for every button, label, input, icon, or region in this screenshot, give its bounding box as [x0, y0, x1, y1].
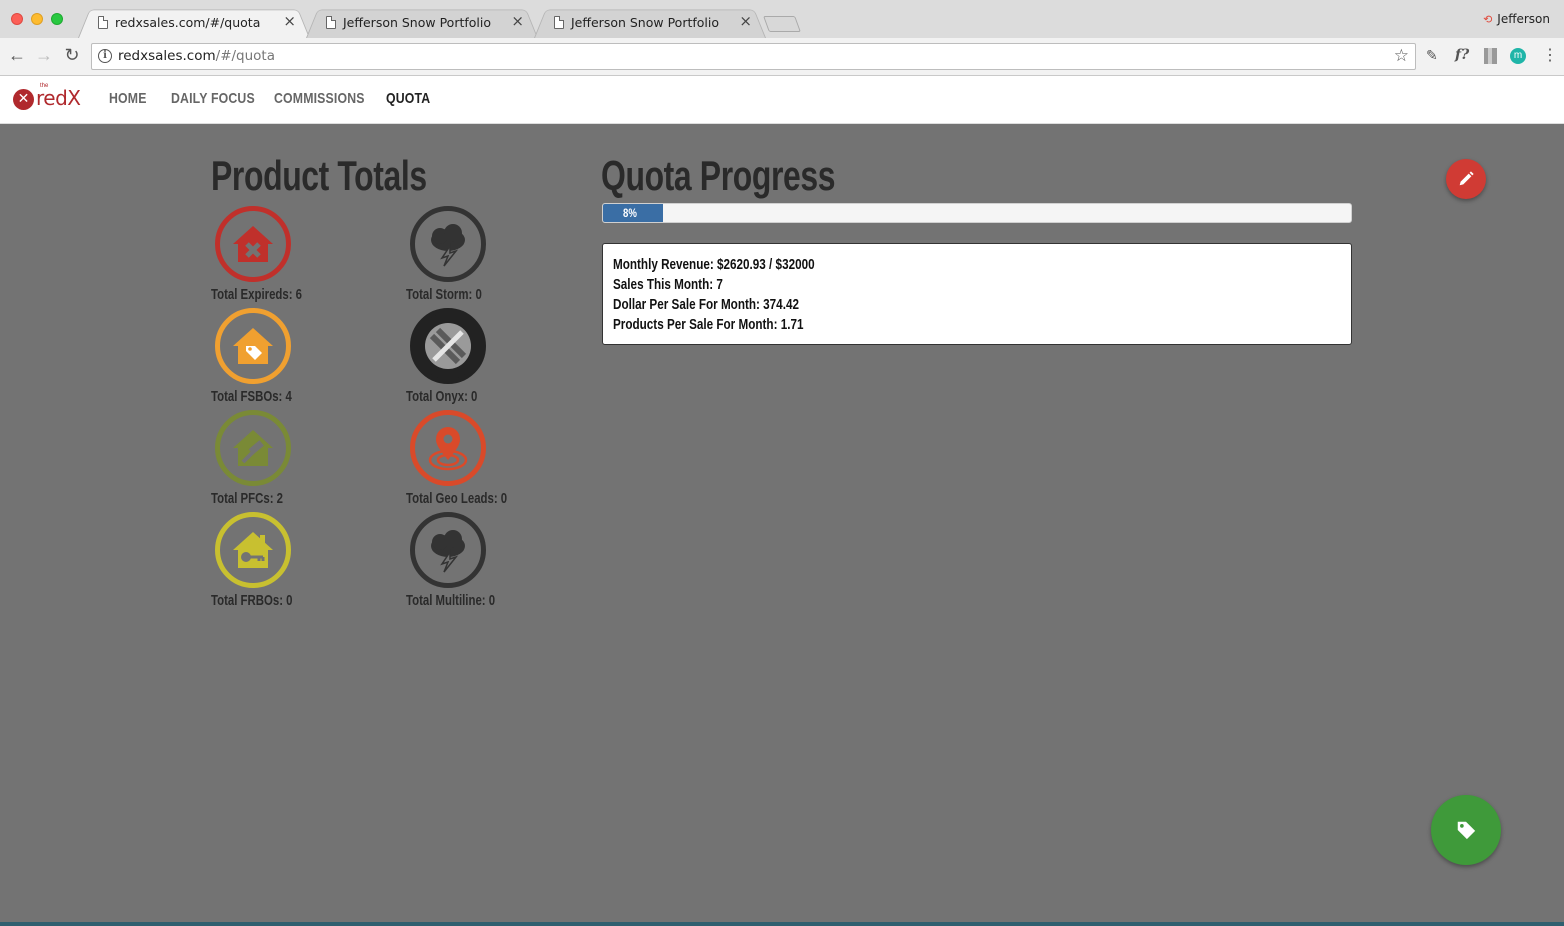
nav-home[interactable]: HOME: [109, 90, 147, 107]
expired-house-icon: [215, 206, 291, 282]
product-multiline: Total Multiline: 0: [406, 512, 586, 612]
tag-icon: [1457, 821, 1476, 840]
storm-cloud-icon: [410, 206, 486, 282]
edit-quota-button[interactable]: [1446, 159, 1486, 199]
extension-icon[interactable]: [1484, 48, 1497, 64]
sales-this-month: Sales This Month: 7: [613, 276, 723, 293]
window-zoom-button[interactable]: [51, 13, 63, 25]
quota-progress-bar: 8%: [602, 203, 1352, 223]
tab-close-icon[interactable]: ×: [511, 12, 524, 30]
dollar-per-sale: Dollar Per Sale For Month: 374.42: [613, 296, 799, 313]
tab-strip: redxsales.com/#/quota × Jefferson Snow P…: [0, 0, 1564, 38]
product-frbos: Total FRBOs: 0: [211, 512, 391, 612]
window-close-button[interactable]: [11, 13, 23, 25]
fsbo-house-tag-icon: [215, 308, 291, 384]
product-storm: Total Storm: 0: [406, 206, 586, 306]
font-extension-icon[interactable]: f?: [1455, 47, 1469, 63]
quota-stats-panel: Monthly Revenue: $2620.93 / $32000 Sales…: [602, 243, 1352, 345]
reload-icon[interactable]: ↻: [61, 45, 83, 66]
forward-arrow-icon[interactable]: →: [33, 45, 55, 66]
product-label: Total Multiline: 0: [406, 592, 496, 609]
product-label: Total FSBOs: 4: [211, 388, 292, 405]
quota-progress-title: Quota Progress: [601, 152, 836, 199]
eyedropper-extension-icon[interactable]: ✎: [1426, 47, 1438, 64]
menu-kebab-icon[interactable]: ⋮: [1542, 45, 1558, 65]
page-icon: [98, 16, 108, 29]
monthly-revenue: Monthly Revenue: $2620.93 / $32000: [613, 256, 815, 273]
m-extension-icon[interactable]: m: [1510, 48, 1526, 64]
pencil-icon: [1459, 171, 1474, 186]
nav-daily-focus[interactable]: DAILY FOCUS: [171, 90, 255, 107]
browser-chrome: redxsales.com/#/quota × Jefferson Snow P…: [0, 0, 1564, 76]
products-per-sale: Products Per Sale For Month: 1.71: [613, 316, 804, 333]
browser-toolbar: ← → ↻ i redxsales.com/#/quota ☆ ✎ f? m ⋮: [0, 38, 1564, 76]
url-text[interactable]: redxsales.com/#/quota: [118, 48, 275, 64]
multiline-cloud-icon: [410, 512, 486, 588]
page-icon: [326, 16, 336, 29]
product-geo-leads: Total Geo Leads: 0: [406, 410, 586, 510]
page-icon: [554, 16, 564, 29]
browser-tab-portfolio-2[interactable]: Jefferson Snow Portfolio ×: [534, 6, 766, 38]
profile-button[interactable]: ⟲ Jefferson: [1483, 12, 1550, 26]
window-minimize-button[interactable]: [31, 13, 43, 25]
back-arrow-icon[interactable]: ←: [6, 45, 28, 66]
product-pfcs: Total PFCs: 2: [211, 410, 391, 510]
tab-close-icon[interactable]: ×: [739, 12, 752, 30]
info-icon[interactable]: i: [98, 49, 112, 63]
logo-text: redX: [36, 86, 81, 110]
nav-quota[interactable]: QUOTA: [386, 90, 430, 107]
quota-progress-percent: 8%: [623, 206, 637, 220]
add-sale-button[interactable]: [1431, 795, 1501, 865]
desktop-strip: [0, 922, 1564, 926]
profile-icon: ⟲: [1483, 13, 1493, 26]
frbo-house-key-icon: [215, 512, 291, 588]
bookmark-star-icon[interactable]: ☆: [1394, 46, 1409, 66]
onyx-icon: [410, 308, 486, 384]
product-label: Total Geo Leads: 0: [406, 490, 508, 507]
product-expireds: Total Expireds: 6: [211, 206, 391, 306]
product-fsbos: Total FSBOs: 4: [211, 308, 391, 408]
address-bar[interactable]: i redxsales.com/#/quota ☆: [91, 43, 1416, 70]
tab-title: Jefferson Snow Portfolio: [571, 15, 719, 30]
redx-logo-mark-icon: ✕: [13, 89, 34, 110]
product-totals-title: Product Totals: [211, 152, 427, 199]
tab-close-icon[interactable]: ×: [283, 12, 296, 30]
product-label: Total Storm: 0: [406, 286, 482, 303]
product-label: Total FRBOs: 0: [211, 592, 293, 609]
pfc-house-gavel-icon: [215, 410, 291, 486]
new-tab-button[interactable]: [763, 16, 801, 32]
browser-tab-portfolio-1[interactable]: Jefferson Snow Portfolio ×: [306, 6, 538, 38]
nav-commissions[interactable]: COMMISSIONS: [274, 90, 365, 107]
browser-tab-quota[interactable]: redxsales.com/#/quota ×: [78, 6, 310, 38]
product-label: Total Expireds: 6: [211, 286, 303, 303]
geo-pin-icon: [410, 410, 486, 486]
product-onyx: Total Onyx: 0: [406, 308, 586, 408]
tab-title: redxsales.com/#/quota: [115, 15, 261, 30]
product-label: Total PFCs: 2: [211, 490, 283, 507]
tab-title: Jefferson Snow Portfolio: [343, 15, 491, 30]
product-label: Total Onyx: 0: [406, 388, 478, 405]
profile-name: Jefferson: [1497, 12, 1550, 26]
